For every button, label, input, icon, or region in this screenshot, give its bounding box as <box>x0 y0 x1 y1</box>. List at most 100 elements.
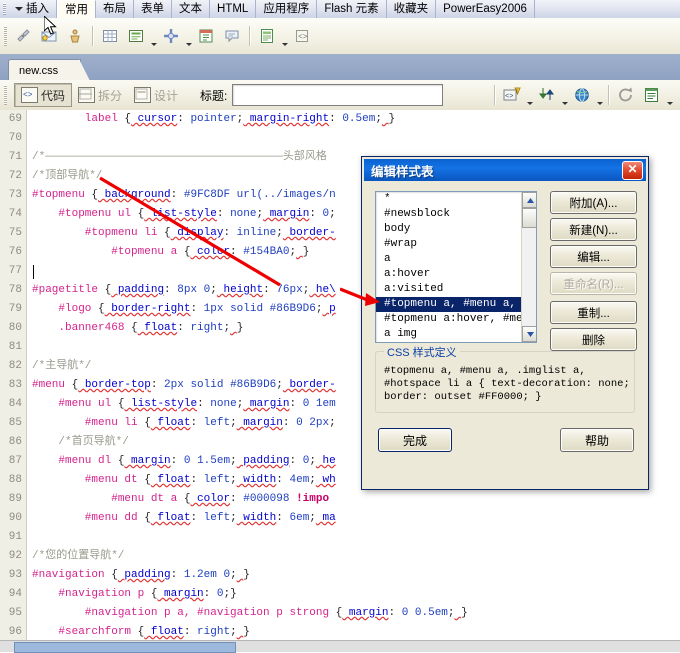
tab-layout[interactable]: 布局 <box>96 0 134 18</box>
image-dropdown-arrow[interactable] <box>184 20 193 53</box>
style-list-item[interactable]: body <box>376 222 536 237</box>
template-icon[interactable] <box>254 23 280 49</box>
style-list-item[interactable]: a:hover <box>376 267 536 282</box>
document-toolbar-grip[interactable] <box>0 82 10 108</box>
code-line-number: 74 <box>8 208 22 220</box>
scroll-up-icon[interactable] <box>522 192 536 208</box>
dialog-title-bar[interactable]: 编辑样式表 ✕ <box>364 159 646 181</box>
tab-forms[interactable]: 表单 <box>134 0 172 18</box>
code-line-number: 86 <box>8 436 22 448</box>
delete-button[interactable]: 删除 <box>550 328 637 351</box>
toolbar-separator-2 <box>249 26 250 46</box>
style-list-item[interactable]: #newsblock <box>376 207 536 222</box>
code-line[interactable]: 69 label { cursor: pointer; margin-right… <box>0 110 680 129</box>
tab-text[interactable]: 文本 <box>172 0 210 18</box>
tab-favorites-label: 收藏夹 <box>393 3 429 15</box>
named-anchor-icon[interactable] <box>62 23 88 49</box>
toolbar-separator <box>92 26 93 46</box>
style-list-item[interactable]: a img <box>376 327 536 342</box>
close-icon[interactable]: ✕ <box>622 160 643 180</box>
style-list-item[interactable]: a <box>376 252 536 267</box>
code-line[interactable]: 94 #navigation p { margin: 0;} <box>0 585 680 604</box>
document-tab-label: new.css <box>19 64 59 77</box>
tab-poweasy2006[interactable]: PowerEasy2006 <box>436 0 535 18</box>
duplicate-button[interactable]: 重制... <box>550 301 637 324</box>
tab-application[interactable]: 应用程序 <box>256 0 318 18</box>
code-view-button[interactable]: <> 代码 <box>14 83 73 107</box>
hyperlink-icon[interactable] <box>10 23 36 49</box>
title-field-label: 标题: <box>200 88 228 103</box>
style-list-item[interactable]: a:visited <box>376 282 536 297</box>
tab-common[interactable]: 常用 <box>57 0 96 18</box>
code-line[interactable]: 93 #navigation { padding: 1.2em 0; } <box>0 566 680 585</box>
horizontal-scrollbar-thumb[interactable] <box>14 642 236 653</box>
table-icon[interactable] <box>97 23 123 49</box>
insert-div-icon[interactable] <box>123 23 149 49</box>
validate-dropdown-arrow[interactable] <box>525 79 534 112</box>
code-line[interactable]: 90 #menu dd { float: left; width: 6em; m… <box>0 509 680 528</box>
style-list-rows[interactable]: * #newsblock body #wrap a a:hover a:visited #to… <box>376 192 536 343</box>
tab-layout-label: 布局 <box>103 3 126 15</box>
style-list-item[interactable]: * <box>376 192 536 207</box>
style-list-scroll-thumb[interactable] <box>522 208 536 228</box>
code-line-text: /*首页导航*/ <box>32 436 129 448</box>
tag-chooser-icon[interactable]: <> <box>289 23 315 49</box>
view-options-dropdown-arrow[interactable] <box>665 79 674 112</box>
tab-favorites[interactable]: 收藏夹 <box>387 0 437 18</box>
horizontal-scrollbar[interactable] <box>0 640 680 653</box>
validate-markup-icon[interactable]: <> ! <box>499 82 525 108</box>
insert-div-dropdown-arrow[interactable] <box>149 20 158 53</box>
code-view-label: 代码 <box>41 88 66 103</box>
split-view-icon <box>78 87 96 103</box>
style-list-item[interactable]: #wrap <box>376 237 536 252</box>
split-view-button[interactable]: 拆分 <box>72 84 128 106</box>
code-line-number: 81 <box>8 341 22 353</box>
insert-bar-grip[interactable] <box>0 0 8 18</box>
code-line[interactable]: 91 <box>0 528 680 547</box>
file-management-dropdown-arrow[interactable] <box>560 79 569 112</box>
design-view-button[interactable]: 设计 <box>128 84 184 106</box>
doc-toolbar-separator <box>494 85 495 105</box>
style-list-item[interactable]: #topmenu a:hover, #men <box>376 312 536 327</box>
dialog-body: * #newsblock body #wrap a a:hover a:visited #to… <box>362 183 648 489</box>
done-button[interactable]: 完成 <box>378 428 452 452</box>
duplicate-button-label: 重制... <box>577 307 610 320</box>
template-dropdown-arrow[interactable] <box>280 20 289 53</box>
code-line-number: 96 <box>8 626 22 638</box>
view-options-icon[interactable] <box>639 82 665 108</box>
dialog-title-label: 编辑样式表 <box>371 164 434 179</box>
code-line[interactable]: 70 <box>0 129 680 148</box>
edit-button[interactable]: 编辑... <box>550 245 637 268</box>
media-icon[interactable] <box>193 23 219 49</box>
scroll-down-icon[interactable] <box>522 326 536 342</box>
style-list[interactable]: * #newsblock body #wrap a a:hover a:visited #to… <box>375 191 537 343</box>
comment-icon[interactable] <box>219 23 245 49</box>
object-toolbar-grip[interactable] <box>0 23 10 49</box>
code-line[interactable]: 92 /*您的位置导航*/ <box>0 547 680 566</box>
code-line[interactable]: 95 #navigation p a, #navigation p strong… <box>0 604 680 623</box>
tab-flash-elements[interactable]: Flash 元素 <box>317 0 387 18</box>
document-toolbar: <> 代码 拆分 设计 标题: <> ! <box>0 80 680 111</box>
code-line-number: 90 <box>8 512 22 524</box>
code-line[interactable]: 96 #searchform { float: right; } <box>0 623 680 640</box>
code-line-text: /*主导航*/ <box>32 360 92 372</box>
help-button[interactable]: 帮助 <box>560 428 634 452</box>
new-button[interactable]: 新建(N)... <box>550 218 637 241</box>
file-management-icon[interactable] <box>534 82 560 108</box>
image-icon[interactable] <box>158 23 184 49</box>
code-line-number: 76 <box>8 246 22 258</box>
refresh-icon[interactable] <box>613 82 639 108</box>
style-list-scrollbar[interactable] <box>521 192 536 342</box>
code-line[interactable]: 89 #menu dt a { color: #000098 !impo <box>0 490 680 509</box>
preview-browser-dropdown-arrow[interactable] <box>595 79 604 112</box>
code-line-text: #logo { border-right: 1px solid #86B9D6;… <box>32 303 336 315</box>
tab-html[interactable]: HTML <box>210 0 257 18</box>
style-list-item[interactable]: li cite <box>376 342 536 343</box>
edit-button-label: 编辑... <box>577 251 610 264</box>
style-list-item[interactable]: #topmenu a, #menu a, <box>376 297 536 312</box>
document-tab-new-css[interactable]: new.css <box>8 59 91 81</box>
attach-button[interactable]: 附加(A)... <box>550 191 637 214</box>
title-input[interactable] <box>232 84 444 106</box>
split-view-label: 拆分 <box>98 88 123 103</box>
preview-browser-icon[interactable] <box>569 82 595 108</box>
